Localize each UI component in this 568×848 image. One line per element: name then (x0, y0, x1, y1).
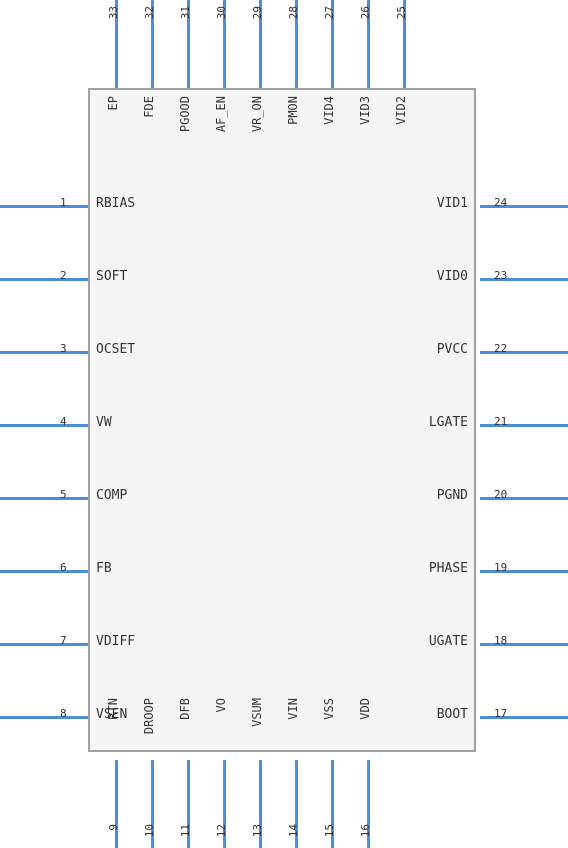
right-pin-19-num: 19 (494, 561, 507, 574)
left-pin-3-label: OCSET (96, 342, 135, 357)
left-pin-1-label: RBIAS (96, 196, 135, 211)
top-pin-31-num: 31 (179, 6, 192, 19)
top-pin-33-num: 33 (107, 6, 120, 19)
right-pin-21-num: 21 (494, 415, 507, 428)
bottom-pin-12-label: VO (214, 698, 228, 712)
right-pin-21-label: LGATE (429, 415, 468, 430)
left-pin-4-num: 4 (60, 415, 67, 428)
left-pin-7-num: 7 (60, 634, 67, 647)
bottom-pin-13-label: VSUM (250, 698, 264, 727)
top-pin-33-label: EP (106, 96, 120, 110)
ic-body (88, 88, 476, 752)
top-pin-28-label: PMON (286, 96, 300, 125)
right-pin-24-num: 24 (494, 196, 507, 209)
left-pin-8-num: 8 (60, 707, 67, 720)
bottom-pin-16-label: VDD (358, 698, 372, 720)
bottom-pin-11-num: 11 (179, 824, 192, 837)
bottom-pin-16-num: 16 (359, 824, 372, 837)
bottom-pin-11-label: DFB (178, 698, 192, 720)
right-pin-23-label: VID0 (437, 269, 468, 284)
top-pin-27-label: VID4 (322, 96, 336, 125)
left-pin-6-line (0, 570, 88, 573)
left-pin-3-line (0, 351, 88, 354)
top-pin-26-label: VID3 (358, 96, 372, 125)
top-pin-26-num: 26 (359, 6, 372, 19)
right-pin-18-label: UGATE (429, 634, 468, 649)
left-pin-1-num: 1 (60, 196, 67, 209)
left-pin-7-label: VDIFF (96, 634, 135, 649)
left-pin-8-line (0, 716, 88, 719)
bottom-pin-15-num: 15 (323, 824, 336, 837)
left-pin-3-num: 3 (60, 342, 67, 355)
left-pin-6-label: FB (96, 561, 112, 576)
left-pin-4-label: VW (96, 415, 112, 430)
left-pin-7-line (0, 643, 88, 646)
left-pin-2-num: 2 (60, 269, 67, 282)
right-pin-23-num: 23 (494, 269, 507, 282)
top-pin-31-label: PGOOD (178, 96, 192, 132)
top-pin-25-label: VID2 (394, 96, 408, 125)
bottom-pin-14-label: VIN (286, 698, 300, 720)
right-pin-18-num: 18 (494, 634, 507, 647)
bottom-pin-12-num: 12 (215, 824, 228, 837)
left-pin-8-label: VSEN (96, 707, 127, 722)
right-pin-17-num: 17 (494, 707, 507, 720)
left-pin-6-num: 6 (60, 561, 67, 574)
top-pin-30-label: AF_EN (214, 96, 228, 132)
left-pin-2-line (0, 278, 88, 281)
right-pin-20-num: 20 (494, 488, 507, 501)
left-pin-4-line (0, 424, 88, 427)
top-pin-29-label: VR_ON (250, 96, 264, 132)
top-pin-25-num: 25 (395, 6, 408, 19)
top-pin-30-num: 30 (215, 6, 228, 19)
left-pin-5-line (0, 497, 88, 500)
top-pin-32-label: FDE (142, 96, 156, 118)
top-pin-28-num: 28 (287, 6, 300, 19)
right-pin-22-label: PVCC (437, 342, 468, 357)
right-pin-22-num: 22 (494, 342, 507, 355)
top-pin-29-num: 29 (251, 6, 264, 19)
right-pin-24-label: VID1 (437, 196, 468, 211)
left-pin-1-line (0, 205, 88, 208)
bottom-pin-14-num: 14 (287, 824, 300, 837)
bottom-pin-10-num: 10 (143, 824, 156, 837)
right-pin-19-label: PHASE (429, 561, 468, 576)
right-pin-20-label: PGND (437, 488, 468, 503)
bottom-pin-10-label: DROOP (142, 698, 156, 734)
bottom-pin-9-num: 9 (107, 824, 120, 831)
left-pin-5-num: 5 (60, 488, 67, 501)
bottom-pin-9 (115, 760, 118, 848)
bottom-pin-13-num: 13 (251, 824, 264, 837)
left-pin-2-label: SOFT (96, 269, 127, 284)
left-pin-5-label: COMP (96, 488, 127, 503)
ic-diagram: 33 EP 32 FDE 31 PGOOD 30 AF_EN 29 VR_ON … (0, 0, 568, 848)
bottom-pin-15-label: VSS (322, 698, 336, 720)
top-pin-32-num: 32 (143, 6, 156, 19)
right-pin-17-label: BOOT (437, 707, 468, 722)
top-pin-27-num: 27 (323, 6, 336, 19)
